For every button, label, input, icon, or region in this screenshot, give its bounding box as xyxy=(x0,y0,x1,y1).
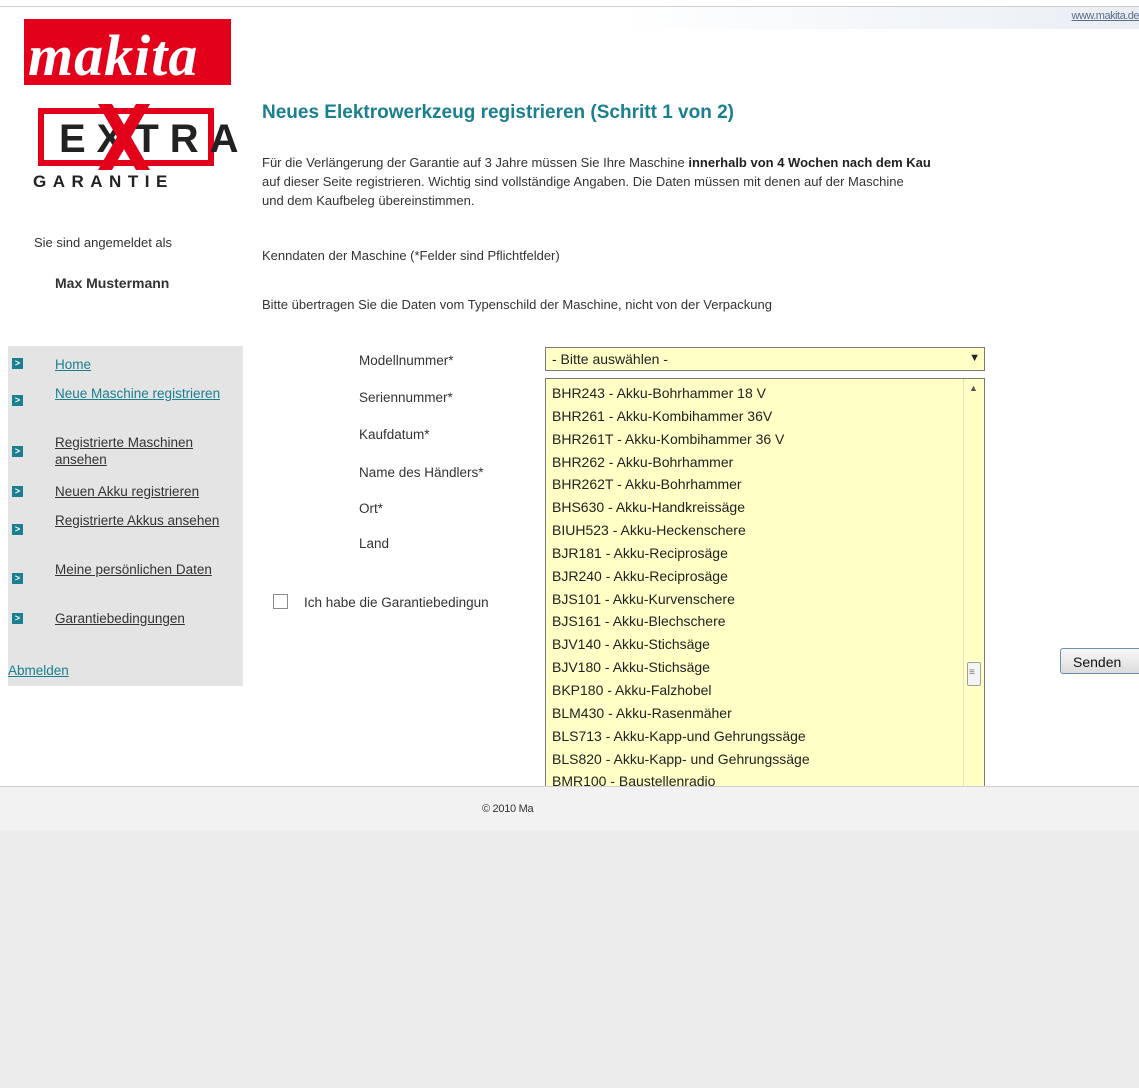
model-option[interactable]: BJR181 - Akku-Reciprosäge xyxy=(552,542,952,565)
city-label: Ort* xyxy=(359,501,384,516)
model-option[interactable]: BLS713 - Akku-Kapp-und Gehrungssäge xyxy=(552,725,952,748)
arrow-right-icon: > xyxy=(12,524,23,535)
intro-line-3: und dem Kaufbeleg übereinstimmen. xyxy=(262,193,475,208)
model-option[interactable]: BKP180 - Akku-Falzhobel xyxy=(552,679,952,702)
arrow-right-icon: > xyxy=(12,358,23,369)
purchase-date-label: Kaufdatum* xyxy=(359,427,430,442)
model-option[interactable]: BJS101 - Akku-Kurvenschere xyxy=(552,588,952,611)
makita-logo-text: makita xyxy=(28,23,199,88)
extra-garantie-logo: EXTRA xyxy=(38,104,239,170)
copyright-text: © 2010 Ma xyxy=(482,803,534,815)
arrow-right-icon: > xyxy=(12,395,23,406)
intro-line-1: Für die Verlängerung der Garantie auf 3 … xyxy=(262,153,1139,172)
dealer-label: Name des Händlers* xyxy=(359,465,484,480)
page-bottom xyxy=(0,830,1139,1088)
terms-label: Ich habe die Garantiebedingun xyxy=(304,595,489,610)
user-name: Max Mustermann xyxy=(55,275,170,291)
sidebar-item-label[interactable]: Registrierte Akkus ansehen xyxy=(55,512,235,529)
header-gradient xyxy=(620,7,1139,29)
logged-in-label: Sie sind angemeldet als xyxy=(34,235,173,250)
serial-label: Seriennummer* xyxy=(359,390,453,405)
sidebar-item-label[interactable]: Home xyxy=(55,356,235,373)
intro-text: Für die Verlängerung der Garantie auf 3 … xyxy=(262,153,1139,210)
grip-icon: ≡ xyxy=(969,667,975,678)
model-option[interactable]: BJR240 - Akku-Reciprosäge xyxy=(552,565,952,588)
extra-logo-text: EXTRA xyxy=(59,117,250,161)
extra-x-mark xyxy=(98,104,150,170)
typeplate-note: Bitte übertragen Sie die Daten vom Typen… xyxy=(262,297,772,312)
country-label: Land xyxy=(359,536,390,551)
page-title: Neues Elektrowerkzeug registrieren (Schr… xyxy=(262,102,734,123)
chevron-down-icon[interactable]: ▼ xyxy=(969,352,980,364)
submit-button[interactable]: Senden xyxy=(1060,648,1139,674)
intro-line-1-text: Für die Verlängerung der Garantie auf 3 … xyxy=(262,155,689,170)
arrow-right-icon: > xyxy=(12,446,23,457)
intro-line-2: auf dieser Seite registrieren. Wichtig s… xyxy=(262,174,904,189)
arrow-right-icon: > xyxy=(12,573,23,584)
logout-link[interactable]: Abmelden xyxy=(8,663,69,678)
model-option[interactable]: BJV140 - Akku-Stichsäge xyxy=(552,633,952,656)
makita-logo: makita xyxy=(24,19,231,85)
model-label: Modellnummer* xyxy=(359,353,454,368)
model-option[interactable]: BJV180 - Akku-Stichsäge xyxy=(552,656,952,679)
sidebar-item-label[interactable]: Registrierte Maschinen ansehen xyxy=(55,434,235,468)
model-option[interactable]: BHR261T - Akku-Kombihammer 36 V xyxy=(552,428,952,451)
model-option[interactable]: BIUH523 - Akku-Heckenschere xyxy=(552,519,952,542)
intro-line-1-bold: innerhalb von 4 Wochen nach dem Kau xyxy=(688,155,931,170)
model-option[interactable]: BHR262T - Akku-Bohrhammer xyxy=(552,473,952,496)
footer-band xyxy=(0,787,1139,830)
model-option[interactable]: BJS161 - Akku-Blechschere xyxy=(552,610,952,633)
model-option[interactable]: BLM430 - Akku-Rasenmäher xyxy=(552,702,952,725)
arrow-right-icon: > xyxy=(12,486,23,497)
model-option[interactable]: BHR261 - Akku-Kombihammer 36V xyxy=(552,405,952,428)
makita-site-link[interactable]: www.makita.de xyxy=(1072,10,1139,22)
scroll-up-icon[interactable]: ▲ xyxy=(969,383,978,393)
model-select[interactable]: - Bitte auswählen - ▼ xyxy=(545,347,985,371)
sidebar-nav: > Home > Neue Maschine registrieren > Re… xyxy=(8,346,243,686)
arrow-right-icon: > xyxy=(12,613,23,624)
model-option[interactable]: BLS820 - Akku-Kapp- und Gehrungssäge xyxy=(552,748,952,771)
page: www.makita.de makita EXTRA GARANTIE Sie … xyxy=(0,0,1139,1088)
sidebar-item-label[interactable]: Neuen Akku registrieren xyxy=(55,483,235,500)
sidebar-item-label[interactable]: Garantiebedingungen xyxy=(55,610,235,627)
required-fields-note: Kenndaten der Maschine (*Felder sind Pfl… xyxy=(262,248,560,263)
sidebar-item-label[interactable]: Meine persönlichen Daten xyxy=(55,561,235,578)
garantie-logo-text: GARANTIE xyxy=(33,172,174,191)
model-option[interactable]: BHR262 - Akku-Bohrhammer xyxy=(552,451,952,474)
model-option[interactable]: BHR243 - Akku-Bohrhammer 18 V xyxy=(552,382,952,405)
model-option[interactable]: BHS630 - Akku-Handkreissäge xyxy=(552,496,952,519)
model-select-value: - Bitte auswählen - xyxy=(552,351,668,367)
terms-checkbox[interactable] xyxy=(273,594,288,609)
sidebar-item-label[interactable]: Neue Maschine registrieren xyxy=(55,385,235,402)
scroll-thumb[interactable]: ≡ xyxy=(967,662,981,686)
